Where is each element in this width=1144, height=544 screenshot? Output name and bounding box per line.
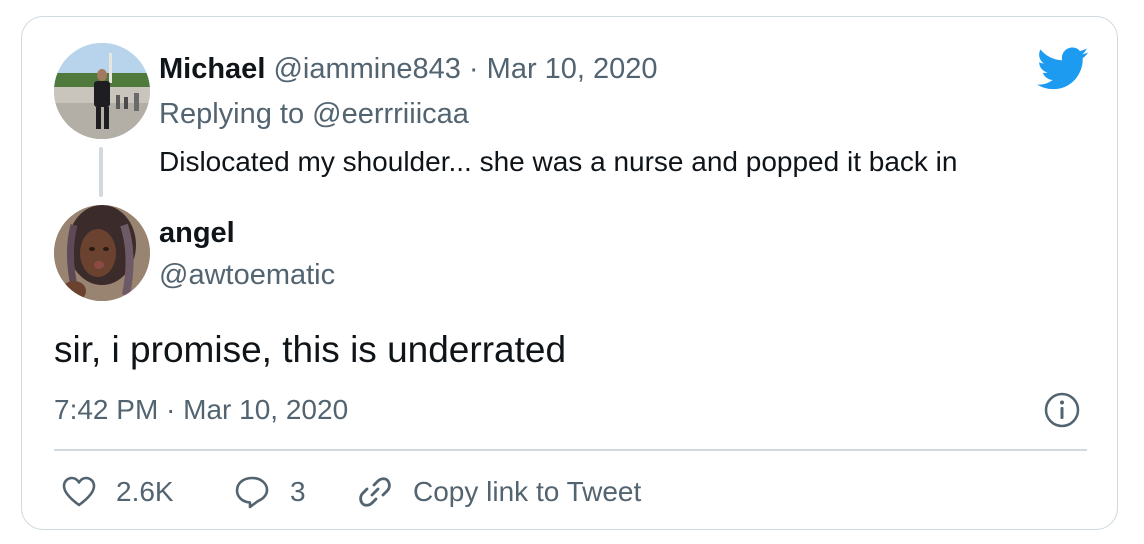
replying-to-label: Replying to @eerrriiicaa [159,98,469,130]
like-count: 2.6K [116,476,174,507]
parent-tweet-header: Michael @iammine843 · Mar 10, 2020 [159,53,658,86]
parent-separator: · [468,53,479,85]
heart-icon [62,476,96,507]
parent-author-handle[interactable]: @iammine843 [273,53,460,85]
tweet-author-name[interactable]: angel [159,217,235,250]
thread-connector-line [99,147,103,197]
parent-date[interactable]: Mar 10, 2020 [487,53,658,85]
tweet-timestamp[interactable]: 7:42 PM · Mar 10, 2020 [54,394,348,426]
twitter-bird-icon[interactable] [1037,47,1089,91]
link-icon [359,477,391,507]
avatar-angel[interactable] [54,205,150,301]
parent-author-name[interactable]: Michael [159,53,265,85]
embedded-tweet-card: Michael @iammine843 · Mar 10, 2020 Reply… [21,16,1118,530]
like-button[interactable]: 2.6K [62,471,174,513]
parent-tweet-text: Dislocated my shoulder... she was a nurs… [159,146,958,177]
avatar-michael[interactable] [54,43,150,139]
copy-link-label: Copy link to Tweet [413,476,642,507]
avatar-photo-michael [54,43,150,139]
tweet-text: sir, i promise, this is underrated [54,329,567,370]
action-divider [54,449,1087,451]
comment-bubble-icon [235,476,269,509]
tweet-author-handle[interactable]: @awtoematic [159,259,335,292]
avatar-photo-angel [54,205,150,301]
copy-link-button[interactable]: Copy link to Tweet [357,471,641,513]
reply-count: 3 [290,476,306,507]
info-icon[interactable] [1043,391,1081,429]
reply-button[interactable]: 3 [234,471,306,513]
